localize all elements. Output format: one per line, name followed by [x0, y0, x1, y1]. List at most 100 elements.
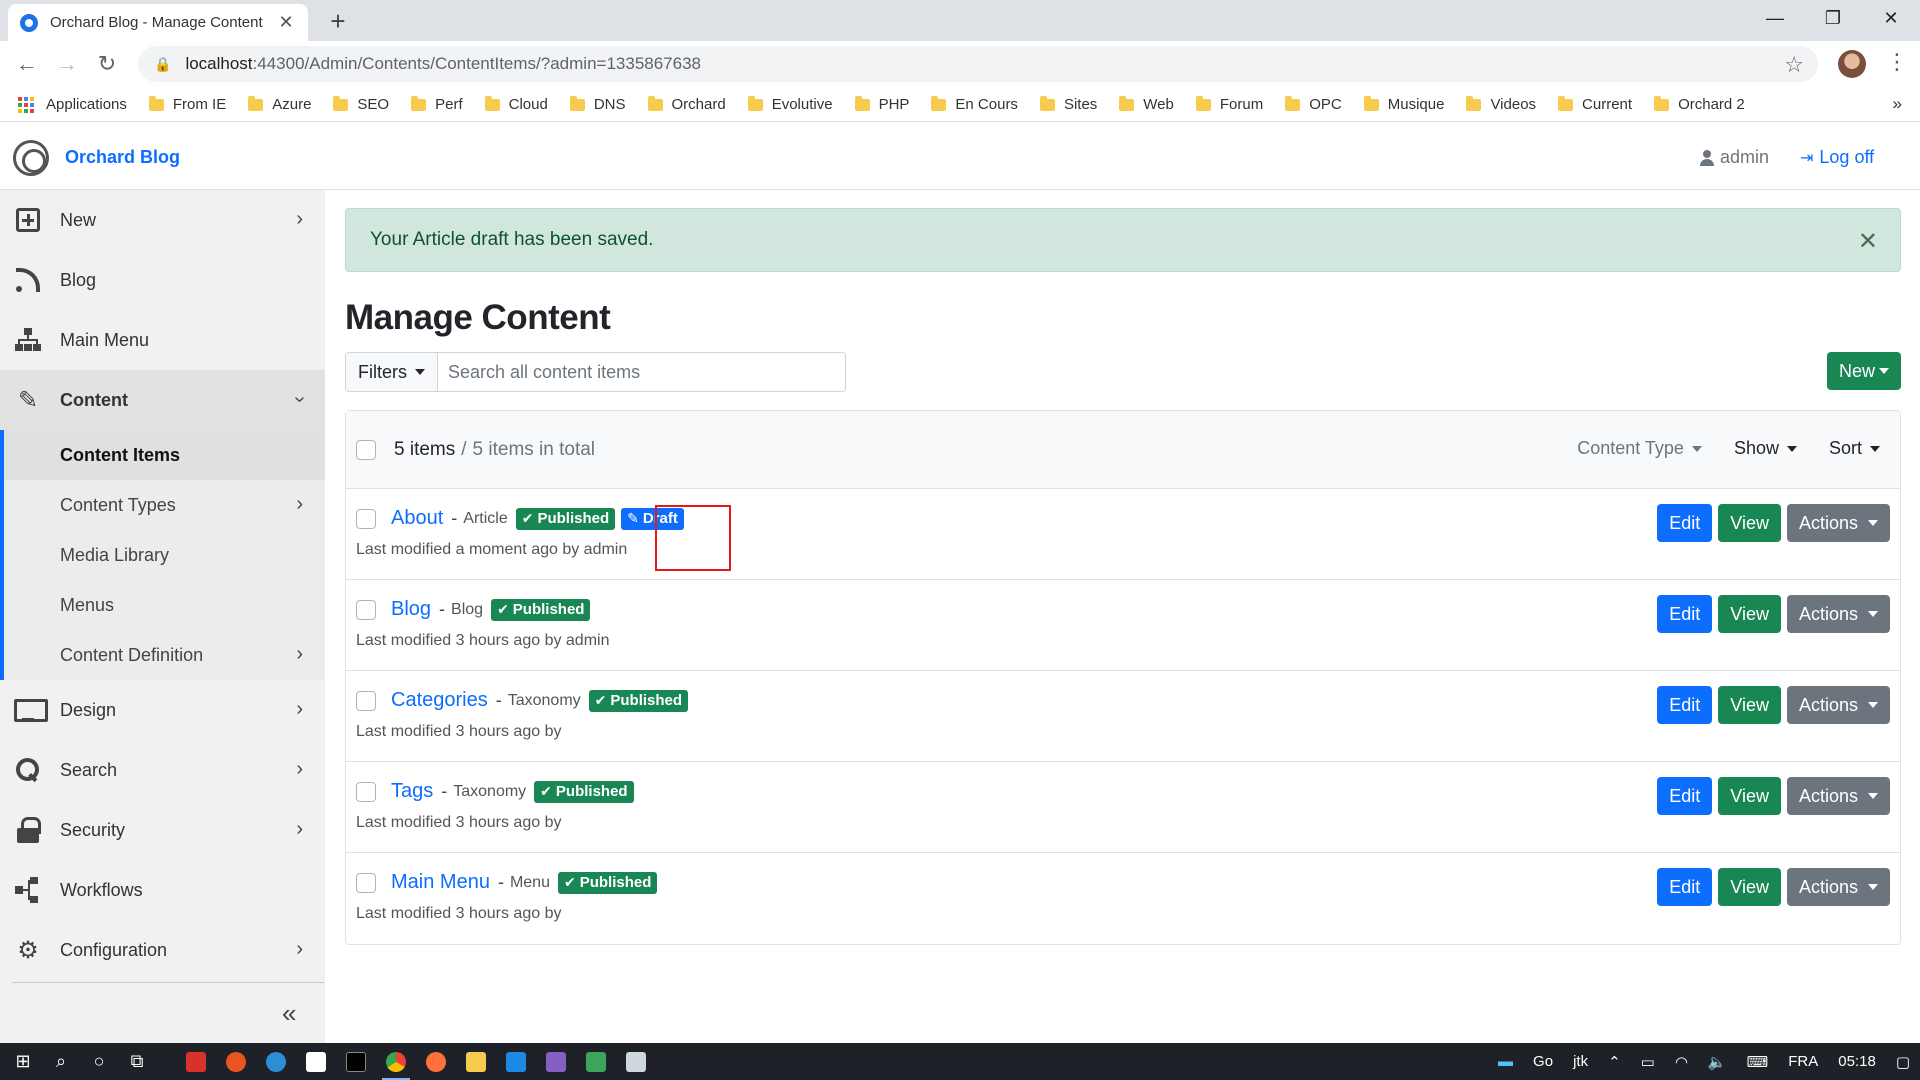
- close-alert-icon[interactable]: ✕: [1858, 227, 1878, 256]
- select-all-checkbox[interactable]: [356, 439, 376, 460]
- search-input[interactable]: [438, 352, 846, 392]
- view-button[interactable]: View: [1718, 777, 1781, 815]
- sidebar-item-content-types[interactable]: Content Types ›: [4, 480, 325, 530]
- bookmark-folder[interactable]: Current: [1558, 95, 1632, 113]
- clock[interactable]: 05:18: [1838, 1053, 1876, 1070]
- actions-dropdown[interactable]: Actions: [1786, 686, 1890, 724]
- orchard-logo-icon[interactable]: [13, 140, 49, 176]
- sidebar-item-design[interactable]: Design ›: [0, 680, 325, 740]
- tray-label-go[interactable]: Go: [1533, 1053, 1553, 1070]
- sidebar-item-media-library[interactable]: Media Library: [4, 530, 325, 580]
- view-button[interactable]: View: [1718, 868, 1781, 906]
- sidebar-item-menus[interactable]: Menus: [4, 580, 325, 630]
- bookmark-folder[interactable]: SEO: [333, 95, 389, 113]
- item-checkbox[interactable]: [356, 782, 376, 802]
- bookmark-folder[interactable]: Orchard 2: [1654, 95, 1745, 113]
- task-view-icon[interactable]: ⧉: [118, 1043, 156, 1080]
- chevron-up-icon[interactable]: ⌃: [1608, 1053, 1621, 1071]
- bookmark-folder[interactable]: Web: [1119, 95, 1174, 113]
- sidebar-item-main-menu[interactable]: Main Menu: [0, 310, 325, 370]
- sort-dropdown[interactable]: Sort: [1829, 438, 1880, 459]
- url-field[interactable]: 🔒 localhost:44300/Admin/Contents/Content…: [138, 46, 1818, 82]
- bookmark-folder[interactable]: En Cours: [931, 95, 1018, 113]
- mail-icon[interactable]: [496, 1043, 536, 1080]
- terminal-icon[interactable]: [336, 1043, 376, 1080]
- minimize-icon[interactable]: —: [1746, 0, 1804, 36]
- sidebar-item-content[interactable]: ✎ Content ›: [0, 370, 325, 430]
- close-tab-icon[interactable]: ✕: [276, 12, 296, 33]
- actions-dropdown[interactable]: Actions: [1786, 504, 1890, 542]
- item-title-link[interactable]: Categories: [391, 689, 488, 712]
- content-type-dropdown[interactable]: Content Type: [1577, 438, 1702, 459]
- battery-icon[interactable]: ▭: [1641, 1053, 1655, 1071]
- firefox-icon[interactable]: [416, 1043, 456, 1080]
- profile-avatar[interactable]: [1838, 50, 1866, 78]
- item-title-link[interactable]: Main Menu: [391, 871, 490, 894]
- browser-tab[interactable]: Orchard Blog - Manage Content ✕: [8, 4, 308, 41]
- bookmark-folder[interactable]: Orchard: [647, 95, 726, 113]
- bookmark-folder[interactable]: PHP: [854, 95, 909, 113]
- item-title-link[interactable]: About: [391, 507, 443, 530]
- view-button[interactable]: View: [1718, 686, 1781, 724]
- taskbar-app-icon[interactable]: [576, 1043, 616, 1080]
- windows-start-icon[interactable]: ⊞: [4, 1043, 42, 1080]
- tray-label-jtk[interactable]: jtk: [1573, 1053, 1588, 1070]
- item-title-link[interactable]: Blog: [391, 598, 431, 621]
- view-button[interactable]: View: [1718, 504, 1781, 542]
- bookmark-star-icon[interactable]: ☆: [1784, 52, 1804, 78]
- forward-icon[interactable]: →: [52, 49, 82, 79]
- view-button[interactable]: View: [1718, 595, 1781, 633]
- back-icon[interactable]: ←: [12, 49, 42, 79]
- tray-app-icon[interactable]: ▬: [1498, 1053, 1513, 1070]
- bookmark-folder[interactable]: Sites: [1039, 95, 1097, 113]
- actions-dropdown[interactable]: Actions: [1786, 868, 1890, 906]
- taskbar-app-icon[interactable]: [616, 1043, 656, 1080]
- sidebar-item-security[interactable]: Security ›: [0, 800, 325, 860]
- sidebar-item-content-items[interactable]: Content Items: [4, 430, 325, 480]
- file-explorer-icon[interactable]: [456, 1043, 496, 1080]
- bookmark-folder[interactable]: DNS: [569, 95, 626, 113]
- actions-dropdown[interactable]: Actions: [1786, 777, 1890, 815]
- sidebar-item-search[interactable]: Search ›: [0, 740, 325, 800]
- language-indicator[interactable]: FRA: [1788, 1053, 1818, 1070]
- reload-icon[interactable]: ↻: [92, 49, 122, 79]
- bookmark-folder[interactable]: Forum: [1195, 95, 1263, 113]
- wifi-icon[interactable]: ◠: [1675, 1053, 1688, 1071]
- bookmark-folder[interactable]: Cloud: [484, 95, 548, 113]
- bookmark-folder[interactable]: Videos: [1466, 95, 1536, 113]
- chrome-icon[interactable]: [376, 1043, 416, 1080]
- show-dropdown[interactable]: Show: [1734, 438, 1797, 459]
- browser-menu-icon[interactable]: ⋮: [1886, 49, 1908, 75]
- item-checkbox[interactable]: [356, 600, 376, 620]
- sidebar-item-workflows[interactable]: Workflows: [0, 860, 325, 920]
- edge-icon[interactable]: [256, 1043, 296, 1080]
- new-content-button[interactable]: New: [1826, 352, 1901, 390]
- item-checkbox[interactable]: [356, 509, 376, 529]
- taskbar-app-icon[interactable]: [176, 1043, 216, 1080]
- sidebar-item-blog[interactable]: Blog: [0, 250, 325, 310]
- visual-studio-icon[interactable]: [536, 1043, 576, 1080]
- collapse-sidebar-icon[interactable]: «: [282, 998, 296, 1029]
- taskbar-app-icon[interactable]: [216, 1043, 256, 1080]
- logoff-link[interactable]: ⇥ Log off: [1800, 147, 1874, 168]
- maximize-icon[interactable]: ❐: [1804, 0, 1862, 36]
- search-icon[interactable]: ⌕: [42, 1043, 80, 1080]
- keyboard-icon[interactable]: ⌨: [1747, 1053, 1769, 1071]
- bookmark-folder[interactable]: OPC: [1285, 95, 1342, 113]
- filters-dropdown[interactable]: Filters: [345, 352, 438, 392]
- item-title-link[interactable]: Tags: [391, 780, 433, 803]
- bookmark-applications[interactable]: Applications: [18, 96, 127, 113]
- user-menu[interactable]: admin: [1700, 147, 1769, 168]
- notifications-icon[interactable]: ▢: [1896, 1053, 1910, 1071]
- more-bookmarks-icon[interactable]: »: [1893, 94, 1902, 114]
- new-tab-button[interactable]: +: [324, 6, 352, 37]
- bookmark-folder[interactable]: Musique: [1363, 95, 1444, 113]
- edit-button[interactable]: Edit: [1657, 504, 1713, 542]
- sidebar-item-content-definition[interactable]: Content Definition ›: [4, 630, 325, 680]
- brand-name[interactable]: Orchard Blog: [65, 147, 180, 168]
- sidebar-item-configuration[interactable]: ⚙ Configuration ›: [0, 920, 325, 980]
- store-icon[interactable]: [296, 1043, 336, 1080]
- edit-button[interactable]: Edit: [1657, 686, 1713, 724]
- edit-button[interactable]: Edit: [1657, 595, 1713, 633]
- bookmark-folder[interactable]: Perf: [411, 95, 463, 113]
